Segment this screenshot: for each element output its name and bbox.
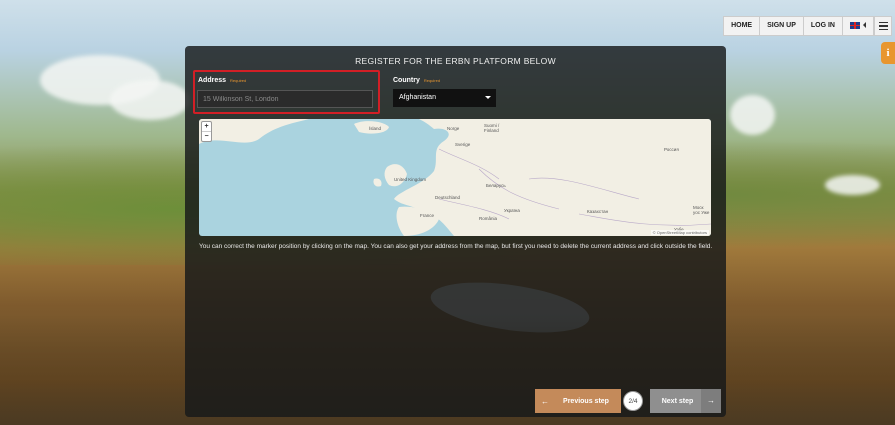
- map-attribution[interactable]: © OpenStreetMap contributors: [650, 230, 709, 235]
- country-selected-value: Afghanistan: [399, 94, 436, 101]
- map-zoom-out-button[interactable]: −: [202, 132, 211, 141]
- dropdown-arrow-icon: [485, 96, 491, 99]
- info-button[interactable]: i: [881, 42, 895, 64]
- map-label: Россия: [664, 147, 679, 152]
- country-label: Country Required: [393, 77, 440, 84]
- map-label: România: [479, 216, 498, 221]
- country-label-text: Country: [393, 77, 420, 84]
- address-label: Address Required: [198, 77, 246, 84]
- language-selector[interactable]: [843, 17, 873, 35]
- map-label: France: [420, 213, 435, 218]
- map-label: Україна: [504, 208, 520, 213]
- background-cloud: [825, 175, 880, 195]
- country-select[interactable]: Afghanistan: [393, 89, 496, 107]
- info-icon: i: [886, 47, 890, 59]
- background-cloud: [730, 95, 775, 135]
- hamburger-icon-line: [878, 25, 888, 27]
- top-navigation: HOME SIGN UP LOG IN: [723, 16, 874, 36]
- map-zoom-control: + −: [201, 121, 212, 142]
- address-label-text: Address: [198, 77, 227, 84]
- background-cloud: [110, 80, 190, 120]
- map-label: Deutschland: [435, 195, 461, 200]
- location-map[interactable]: + − Ísland Norge Suomi / Finland Sverige…: [199, 119, 711, 236]
- address-required-tag: Required: [230, 77, 247, 83]
- address-input[interactable]: [197, 90, 373, 108]
- map-label: Моск уос Уже: [693, 205, 710, 215]
- country-required-tag: Required: [423, 77, 441, 83]
- registration-panel: REGISTER FOR THE ERBN PLATFORM BELOW Add…: [185, 46, 726, 417]
- next-step-label: Next step: [661, 397, 694, 405]
- hamburger-icon: [878, 21, 888, 24]
- map-label: Suomi / Finland: [484, 123, 500, 133]
- map-land-svg: [199, 119, 711, 236]
- map-label: Ísland: [369, 126, 382, 131]
- map-label: Казахстан: [587, 209, 609, 214]
- step-indicator: 2/4: [623, 391, 643, 411]
- arrow-right-icon: →: [701, 389, 721, 413]
- nav-home[interactable]: HOME: [724, 17, 761, 35]
- map-zoom-in-button[interactable]: +: [202, 122, 211, 132]
- map-label: Norge: [447, 126, 460, 131]
- panel-title: REGISTER FOR THE ERBN PLATFORM BELOW: [355, 56, 556, 66]
- arrow-left-icon: ←: [541, 396, 549, 406]
- nav-log-in[interactable]: LOG IN: [804, 17, 843, 35]
- hamburger-menu-button[interactable]: [874, 16, 892, 36]
- uk-flag-icon: [850, 21, 860, 29]
- next-step-button[interactable]: Next step →: [650, 389, 721, 413]
- previous-step-label: Previous step: [563, 397, 609, 405]
- hamburger-icon-line: [878, 28, 888, 31]
- map-label: United Kingdom: [394, 177, 427, 182]
- nav-sign-up[interactable]: SIGN UP: [760, 17, 804, 35]
- map-label: Sverige: [455, 142, 471, 147]
- map-hint-text: You can correct the marker position by c…: [199, 243, 713, 250]
- previous-step-button[interactable]: ← Previous step: [535, 389, 621, 413]
- caret-left-icon: [863, 22, 866, 29]
- map-label: Беларусь: [486, 183, 506, 188]
